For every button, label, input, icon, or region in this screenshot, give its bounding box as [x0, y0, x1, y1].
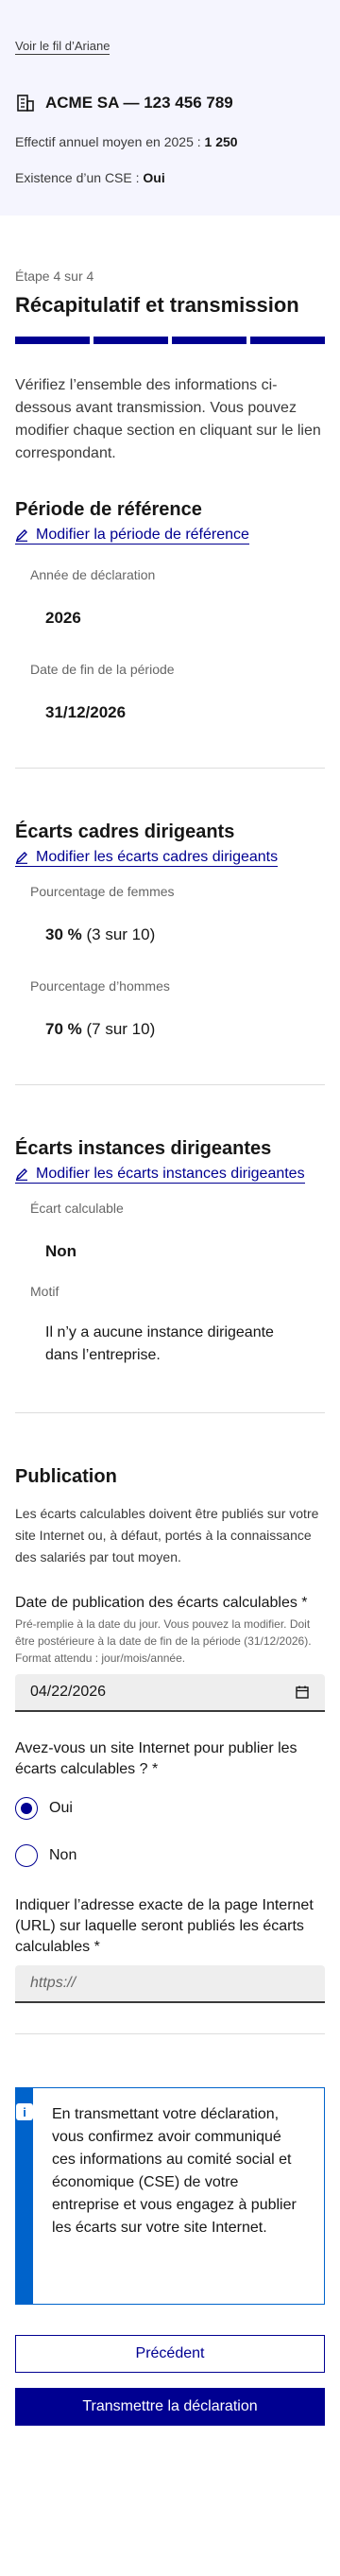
building-icon — [17, 95, 34, 112]
women-detail: (3 sur 10) — [86, 925, 156, 943]
cse-line: Existence d’un CSE : Oui — [15, 170, 325, 185]
stepper-segment-2 — [94, 337, 168, 344]
page-title: Récapitulatif et transmission — [15, 293, 299, 317]
calendar-icon[interactable] — [295, 1685, 310, 1700]
men-label: Pourcentage d’hommes — [30, 978, 170, 994]
board-gaps-title: Écarts instances dirigeantes — [15, 1138, 272, 1159]
main-content: Étape 4 sur 4 Récapitulatif et transmiss… — [0, 216, 340, 2426]
info-notice: i En transmettant votre déclaration, vou… — [15, 2087, 325, 2305]
calculable-label: Écart calculable — [30, 1201, 124, 1216]
edit-exec-gaps-link[interactable]: Modifier les écarts cadres dirigeants — [15, 849, 279, 867]
board-gaps-fields: Écart calculable Non Motif Il n’y a aucu… — [15, 1201, 325, 1374]
info-notice-text: En transmettant votre déclaration, vous … — [52, 2106, 297, 2236]
url-label: Indiquer l’adresse exacte de la page Int… — [15, 1897, 314, 1955]
radio-no-label[interactable]: Non — [49, 1847, 76, 1864]
men-value: 70 % (7 sur 10) — [30, 994, 325, 1046]
radio-yes[interactable]: Oui — [15, 1797, 325, 1820]
women-percent: 30 % — [45, 925, 82, 943]
radio-no-control[interactable] — [15, 1844, 38, 1867]
period-end-value: 31/12/2026 — [45, 703, 127, 721]
header-band: Voir le fil d’Ariane ACME SA — 123 456 7… — [0, 0, 340, 216]
men-detail: (7 sur 10) — [86, 1020, 156, 1038]
pencil-icon — [15, 529, 27, 542]
pencil-icon — [15, 852, 27, 864]
info-icon: i — [16, 2103, 33, 2120]
radio-selected-dot — [21, 1803, 32, 1814]
edit-period-label: Modifier la période de référence — [36, 527, 249, 543]
radio-yes-label[interactable]: Oui — [49, 1800, 73, 1817]
calculable-value: Non — [45, 1242, 77, 1260]
info-notice-bar: i — [16, 2088, 33, 2304]
year-label: Année de déclaration — [30, 567, 156, 582]
headcount-line: Effectif annuel moyen en 2025 : 1 250 — [15, 134, 325, 149]
reason-value: Il n’y a aucune instance dirigeante dans… — [45, 1324, 274, 1363]
page: Voir le fil d’Ariane ACME SA — 123 456 7… — [0, 0, 340, 2576]
headcount-label: Effectif annuel moyen en 2025 : — [15, 134, 201, 149]
divider — [15, 768, 325, 769]
step-label: Étape 4 sur 4 — [15, 268, 94, 284]
men-percent: 70 % — [45, 1020, 82, 1038]
stepper-segment-4 — [250, 337, 325, 344]
publication-date-label: Date de publication des écarts calculabl… — [15, 1595, 308, 1611]
period-end-label: Date de fin de la période — [30, 662, 175, 677]
edit-board-gaps-label: Modifier les écarts instances dirigeante… — [36, 1166, 305, 1182]
stepper-bar — [15, 337, 325, 344]
divider — [15, 1084, 325, 1085]
publication-date-value: 04/22/2026 — [30, 1684, 107, 1700]
previous-button[interactable]: Précédent — [15, 2335, 325, 2373]
stepper-segment-3 — [172, 337, 246, 344]
publication-date-input[interactable]: 04/22/2026 — [15, 1674, 325, 1712]
publication-title: Publication — [15, 1466, 117, 1487]
url-input[interactable]: https:// — [15, 1965, 325, 2003]
submit-button[interactable]: Transmettre la déclaration — [15, 2388, 325, 2426]
women-label: Pourcentage de femmes — [30, 884, 175, 899]
women-value: 30 % (3 sur 10) — [30, 899, 325, 952]
company-row: ACME SA — 123 456 789 — [15, 93, 325, 113]
reason-label: Motif — [30, 1284, 60, 1299]
publication-text: Les écarts calculables doivent être publ… — [15, 1506, 319, 1565]
edit-exec-gaps-label: Modifier les écarts cadres dirigeants — [36, 849, 279, 865]
radio-yes-control[interactable] — [15, 1797, 38, 1820]
period-title: Période de référence — [15, 499, 202, 520]
cse-label: Existence d’un CSE : — [15, 170, 140, 185]
url-placeholder: https:// — [30, 1975, 76, 1991]
stepper-segment-1 — [15, 337, 90, 344]
edit-period-link[interactable]: Modifier la période de référence — [15, 527, 249, 545]
radio-no[interactable]: Non — [15, 1844, 325, 1867]
publication-date-hint: Pré-remplie à la date du jour. Vous pouv… — [15, 1617, 312, 1665]
edit-board-gaps-link[interactable]: Modifier les écarts instances dirigeante… — [15, 1166, 305, 1184]
exec-gaps-title: Écarts cadres dirigeants — [15, 821, 235, 842]
breadcrumb-toggle[interactable]: Voir le fil d’Ariane — [15, 39, 110, 55]
divider — [15, 1412, 325, 1413]
cse-value: Oui — [143, 170, 165, 185]
pencil-icon — [15, 1168, 27, 1181]
exec-gaps-fields: Pourcentage de femmes 30 % (3 sur 10) Po… — [15, 884, 325, 1046]
website-question: Avez-vous un site Internet pour publier … — [15, 1740, 298, 1777]
headcount-value: 1 250 — [204, 134, 238, 149]
year-value: 2026 — [45, 609, 81, 627]
divider — [15, 2033, 325, 2034]
intro-text: Vérifiez l’ensemble des informations ci-… — [15, 377, 321, 461]
company-name: ACME SA — 123 456 789 — [45, 94, 233, 112]
period-fields: Année de déclaration 2026 Date de fin de… — [15, 567, 325, 730]
